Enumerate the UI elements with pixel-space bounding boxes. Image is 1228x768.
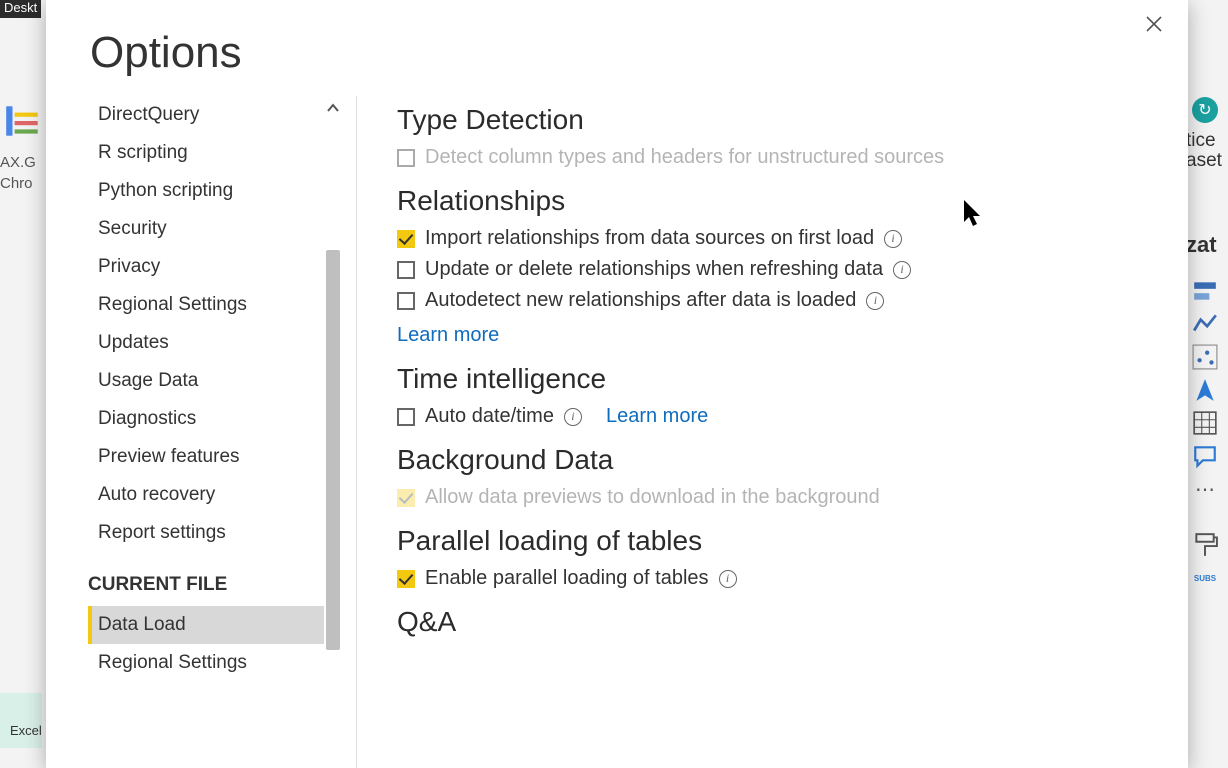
info-icon[interactable]: i: [564, 408, 582, 426]
bg-text-r3: zat: [1186, 232, 1228, 258]
row-import-relationships: Import relationships from data sources o…: [397, 227, 1168, 250]
sidebar-item-preview-features[interactable]: Preview features: [88, 438, 324, 476]
label-auto-datetime: Auto date/time: [425, 405, 554, 428]
dialog-title: Options: [46, 0, 1188, 96]
row-auto-datetime: Auto date/time i Learn more: [397, 405, 1168, 428]
label-detect-column-types: Detect column types and headers for unst…: [425, 146, 944, 169]
info-icon[interactable]: i: [884, 230, 902, 248]
sidebar-item-r-scripting[interactable]: R scripting: [88, 134, 324, 172]
label-autodetect-relationships: Autodetect new relationships after data …: [425, 289, 856, 312]
scroll-track[interactable]: [324, 120, 342, 768]
sidebar-item-directquery[interactable]: DirectQuery: [88, 96, 324, 134]
close-icon: [1144, 14, 1164, 34]
viz-subs-icon: SUBS: [1192, 565, 1218, 591]
sidebar-item-updates[interactable]: Updates: [88, 324, 324, 362]
chevron-up-icon: [326, 101, 340, 115]
checkbox-auto-datetime[interactable]: [397, 408, 415, 426]
bg-text-r2: aset: [1186, 150, 1228, 172]
scroll-up-button[interactable]: [324, 96, 342, 120]
sidebar-item-usage-data[interactable]: Usage Data: [88, 362, 324, 400]
link-time-intel-learn-more[interactable]: Learn more: [606, 405, 708, 428]
options-dialog: Options DirectQuery R scripting Python s…: [46, 0, 1188, 768]
checkbox-update-relationships[interactable]: [397, 261, 415, 279]
sidebar-item-privacy[interactable]: Privacy: [88, 248, 324, 286]
info-icon[interactable]: i: [719, 570, 737, 588]
checkbox-parallel-loading[interactable]: [397, 570, 415, 588]
close-button[interactable]: [1140, 10, 1168, 38]
sidebar-item-auto-recovery[interactable]: Auto recovery: [88, 476, 324, 514]
viz-more-icon: ⋯: [1192, 476, 1218, 502]
checkbox-import-relationships[interactable]: [397, 230, 415, 248]
sidebar-item-report-settings[interactable]: Report settings: [88, 514, 324, 552]
options-content: Type Detection Detect column types and h…: [367, 96, 1188, 768]
checkbox-background-preview: [397, 489, 415, 507]
row-detect-column-types: Detect column types and headers for unst…: [397, 146, 1168, 169]
sidebar-item-regional-settings[interactable]: Regional Settings: [88, 286, 324, 324]
link-relationships-learn-more[interactable]: Learn more: [397, 324, 499, 346]
viz-scatter-icon: [1192, 344, 1218, 370]
app-title-bar: Deskt: [0, 0, 41, 18]
sidebar-item-cf-regional-settings[interactable]: Regional Settings: [88, 644, 324, 682]
sidebar-item-data-load[interactable]: Data Load: [88, 606, 324, 644]
bg-right-panel: ↻ tice aset zat ⋯ SUBS: [1186, 90, 1228, 598]
row-parallel-loading: Enable parallel loading of tables i: [397, 567, 1168, 590]
bg-left-panel: AX.G Chro: [0, 90, 50, 194]
bg-text-2: Chro: [0, 173, 50, 194]
bg-excel-label: Excel: [0, 693, 42, 748]
row-update-relationships: Update or delete relationships when refr…: [397, 258, 1168, 281]
viz-line-icon: [1192, 311, 1218, 337]
bg-text-r1: tice: [1186, 130, 1228, 152]
heading-background-data: Background Data: [397, 444, 1168, 476]
heading-relationships: Relationships: [397, 185, 1168, 217]
bg-text-1: AX.G: [0, 152, 50, 173]
sidebar-item-security[interactable]: Security: [88, 210, 324, 248]
heading-qa: Q&A: [397, 606, 1168, 638]
scroll-thumb[interactable]: [326, 250, 340, 650]
label-import-relationships: Import relationships from data sources o…: [425, 227, 874, 250]
viz-arrow-icon: [1192, 377, 1218, 403]
viz-comment-icon: [1192, 443, 1218, 469]
label-background-preview: Allow data previews to download in the b…: [425, 486, 880, 509]
viz-stacked-bar-icon: [1192, 278, 1218, 304]
row-background-preview: Allow data previews to download in the b…: [397, 486, 1168, 509]
sidebar-item-python-scripting[interactable]: Python scripting: [88, 172, 324, 210]
checkbox-autodetect-relationships[interactable]: [397, 292, 415, 310]
checkbox-detect-column-types: [397, 149, 415, 167]
options-sidebar: DirectQuery R scripting Python scripting…: [88, 96, 324, 768]
sidebar-item-diagnostics[interactable]: Diagnostics: [88, 400, 324, 438]
label-update-relationships: Update or delete relationships when refr…: [425, 258, 883, 281]
ribbon-icon: [2, 100, 44, 142]
heading-type-detection: Type Detection: [397, 104, 1168, 136]
row-autodetect-relationships: Autodetect new relationships after data …: [397, 289, 1168, 312]
heading-time-intelligence: Time intelligence: [397, 363, 1168, 395]
info-icon[interactable]: i: [893, 261, 911, 279]
vertical-separator: [356, 96, 357, 768]
sidebar-scrollbar[interactable]: [324, 96, 342, 768]
heading-parallel-loading: Parallel loading of tables: [397, 525, 1168, 557]
refresh-icon: ↻: [1192, 97, 1218, 123]
viz-table-icon: [1192, 410, 1218, 436]
viz-roller-icon: [1192, 532, 1218, 558]
sidebar-section-current-file: CURRENT FILE: [88, 552, 324, 606]
label-parallel-loading: Enable parallel loading of tables: [425, 567, 709, 590]
info-icon[interactable]: i: [866, 292, 884, 310]
